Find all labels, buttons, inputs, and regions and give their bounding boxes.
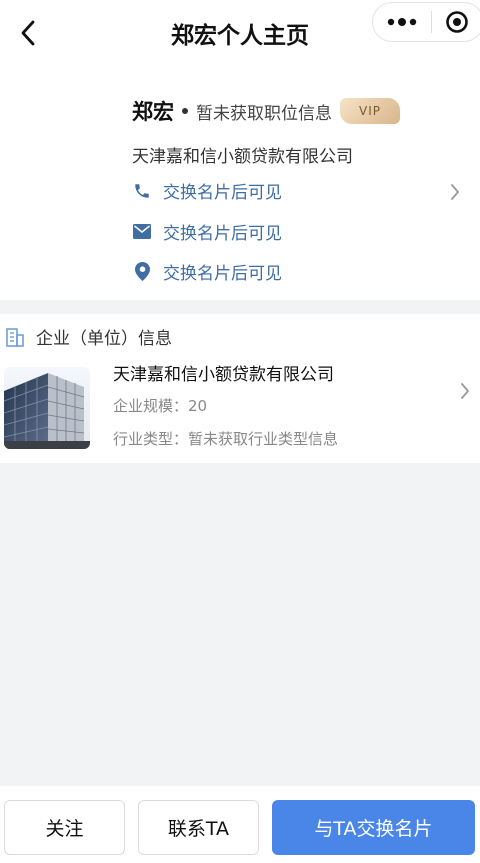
profile-card: 郑宏 暂未获取职位信息 VIP 天津嘉和信小额贷款有限公司 交换名片后可见 交换… [0,66,480,300]
position-text: 暂未获取职位信息 [196,103,332,124]
phone-icon [132,181,152,201]
close-miniprogram-button[interactable] [432,3,480,41]
enterprise-section-title: 企业（单位）信息 [36,329,172,349]
enterprise-section-header: 企业（单位）信息 [6,324,172,349]
enterprise-detail-arrow[interactable] [460,382,470,404]
enterprise-industry: 行业类型：暂未获取行业类型信息 [113,430,339,448]
enterprise-card[interactable]: 企业（单位）信息 天津嘉和信小额贷款有限公司 企业规模：20 行业类型：暂未获取… [0,314,480,463]
company-name: 天津嘉和信小额贷款有限公司 [132,147,353,167]
enterprise-scale: 企业规模：20 [113,397,208,415]
miniprogram-capsule [372,2,480,42]
exchange-card-button[interactable]: 与TA交换名片 [272,800,475,855]
separator-dot [182,108,188,114]
email-text: 交换名片后可见 [163,224,282,244]
more-dots-icon [387,18,417,26]
follow-button[interactable]: 关注 [4,800,125,855]
bottom-action-bar: 关注 联系TA 与TA交换名片 [0,786,480,863]
location-icon [132,262,152,282]
address-row[interactable]: 交换名片后可见 [132,259,282,284]
name-row: 郑宏 暂未获取职位信息 VIP [132,96,400,126]
email-row[interactable]: 交换名片后可见 [132,219,282,244]
more-button[interactable] [373,3,431,41]
vip-badge: VIP [340,98,400,124]
building-icon [6,327,24,347]
company-building-image [4,367,90,449]
profile-detail-arrow[interactable] [450,183,460,205]
mail-icon [132,222,152,242]
person-name: 郑宏 [132,100,174,124]
miniprogram-close-icon [446,11,468,33]
enterprise-name: 天津嘉和信小额贷款有限公司 [113,365,334,385]
phone-row[interactable]: 交换名片后可见 [132,178,282,203]
phone-text: 交换名片后可见 [163,183,282,203]
chevron-right-icon [451,184,459,200]
contact-button[interactable]: 联系TA [138,800,259,855]
navigation-bar: 郑宏个人主页 [0,0,480,66]
chevron-right-icon [461,383,469,399]
address-text: 交换名片后可见 [163,264,282,284]
